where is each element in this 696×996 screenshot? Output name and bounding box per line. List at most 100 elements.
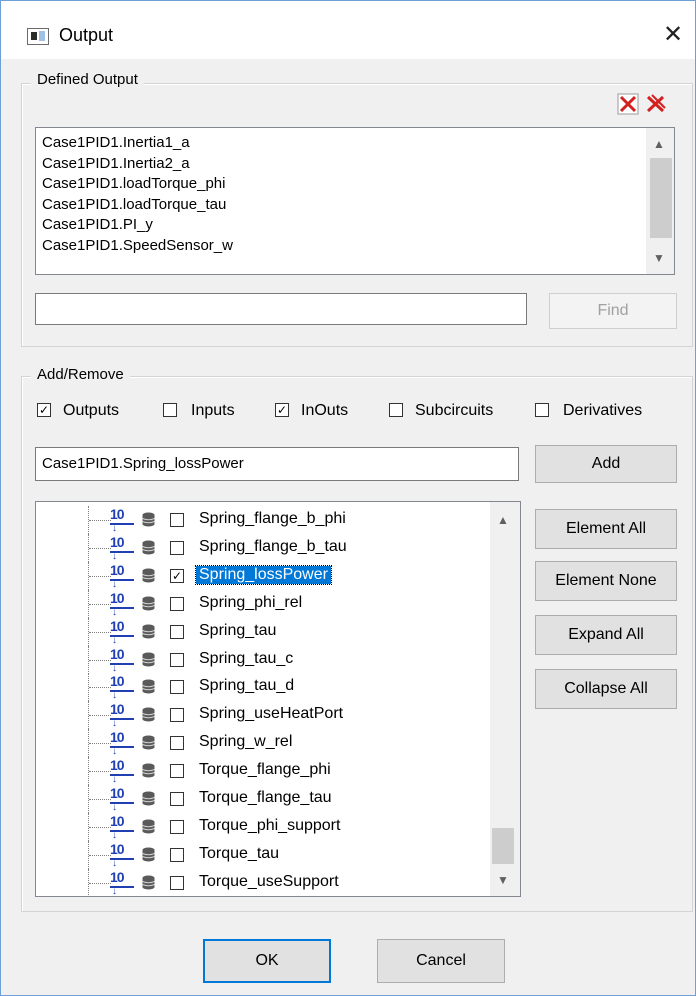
tree-item-label[interactable]: Spring_tau — [196, 622, 279, 640]
collapse-all-button[interactable]: Collapse All — [535, 669, 677, 709]
tree-item[interactable]: 10 ↓ Spring_phi_rel — [36, 589, 496, 618]
ok-button[interactable]: OK — [203, 939, 331, 983]
app-icon — [27, 28, 49, 45]
tree-item-checkbox[interactable] — [170, 875, 184, 890]
element-none-button[interactable]: Element None — [535, 561, 677, 601]
scroll-down-icon[interactable]: ▼ — [490, 870, 516, 890]
close-icon[interactable]: ✕ — [663, 19, 683, 51]
tree-connector — [89, 659, 111, 661]
cancel-button[interactable]: Cancel — [377, 939, 505, 983]
find-input[interactable] — [35, 293, 527, 325]
defined-output-item[interactable]: Case1PID1.SpeedSensor_w — [42, 237, 233, 255]
tree-item-checkbox[interactable]: ✓ — [170, 568, 184, 583]
filter-subcircuits-label[interactable]: Subcircuits — [415, 402, 493, 420]
io-variable-icon: 10 ↓ — [110, 534, 134, 561]
tree-item-checkbox[interactable] — [170, 819, 184, 834]
io-variable-icon: 10 ↓ — [110, 785, 134, 813]
tree-item[interactable]: 10 ↓ Torque_tau — [36, 840, 496, 869]
tree-item-checkbox[interactable] — [170, 652, 184, 667]
title-bar[interactable]: Output ✕ — [1, 1, 695, 59]
tree-item[interactable]: 10 ↓ ✓ Spring_lossPower — [36, 561, 496, 590]
defined-output-item[interactable]: Case1PID1.loadTorque_tau — [42, 196, 226, 214]
filter-derivatives-label[interactable]: Derivatives — [563, 402, 642, 420]
tree-item[interactable]: 10 ↓ Torque_useSupport — [36, 868, 496, 896]
tree-item-label[interactable]: Spring_w_rel — [196, 733, 295, 751]
tree-item-checkbox[interactable] — [170, 596, 184, 611]
scroll-thumb[interactable] — [492, 828, 514, 864]
io-variable-icon: 10 ↓ — [110, 841, 134, 868]
tree-item-label[interactable]: Spring_flange_b_tau — [196, 538, 350, 556]
tree-item[interactable]: 10 ↓ Torque_phi_support — [36, 812, 496, 841]
tree-connector — [89, 631, 111, 633]
defined-output-item[interactable]: Case1PID1.loadTorque_phi — [42, 175, 225, 193]
tree-item-label[interactable]: Torque_phi_support — [196, 817, 343, 835]
defined-output-item[interactable]: Case1PID1.Inertia2_a — [42, 155, 190, 173]
delete-selected-icon[interactable] — [617, 93, 639, 115]
scroll-up-icon[interactable]: ▲ — [646, 134, 672, 154]
expand-all-button[interactable]: Expand All — [535, 615, 677, 655]
tree-item-label[interactable]: Spring_tau_d — [196, 677, 297, 695]
filter-inputs-checkbox[interactable] — [163, 403, 177, 417]
variable-tree[interactable]: 10 ↓ Spring_flange_b_phi 10 ↓ Spring_flange_b… — [35, 501, 521, 897]
scroll-down-icon[interactable]: ▼ — [646, 248, 672, 268]
tree-connector — [89, 687, 111, 689]
tree-item-checkbox[interactable] — [170, 847, 184, 862]
tree-item-checkbox[interactable] — [170, 624, 184, 639]
database-icon — [142, 875, 155, 890]
tree-item-checkbox[interactable] — [170, 764, 184, 779]
tree-item-label[interactable]: Torque_tau — [196, 845, 282, 863]
tree-item-checkbox[interactable] — [170, 736, 184, 751]
tree-connector — [89, 575, 111, 577]
tree-item-label[interactable]: Spring_phi_rel — [196, 594, 305, 612]
tree-item-checkbox[interactable] — [170, 680, 184, 695]
io-variable-icon: 10 ↓ — [110, 757, 134, 785]
delete-all-icon[interactable] — [645, 93, 667, 115]
io-variable-icon: 10 ↓ — [110, 729, 134, 757]
tree-item[interactable]: 10 ↓ Spring_w_rel — [36, 729, 496, 758]
database-icon — [142, 763, 155, 778]
tree-item-checkbox[interactable] — [170, 792, 184, 806]
database-icon — [142, 819, 155, 834]
defined-output-item[interactable]: Case1PID1.PI_y — [42, 216, 153, 234]
tree-item[interactable]: 10 ↓ Spring_tau — [36, 617, 496, 646]
tree-connector — [89, 826, 111, 828]
find-button[interactable]: Find — [549, 293, 677, 329]
tree-item[interactable]: 10 ↓ Spring_useHeatPort — [36, 701, 496, 730]
filter-inputs-label[interactable]: Inputs — [191, 402, 235, 420]
scroll-thumb[interactable] — [650, 158, 672, 238]
filter-outputs-checkbox[interactable]: ✓ — [37, 403, 51, 417]
filter-inouts-checkbox[interactable]: ✓ — [275, 403, 289, 417]
tree-item-label[interactable]: Spring_flange_b_phi — [196, 510, 349, 528]
filter-inouts-label[interactable]: InOuts — [301, 402, 348, 420]
tree-connector — [89, 520, 111, 521]
tree-item-label[interactable]: Spring_lossPower — [195, 564, 332, 585]
tree-item[interactable]: 10 ↓ Spring_tau_d — [36, 673, 496, 702]
tree-item-label[interactable]: Spring_tau_c — [196, 650, 296, 668]
tree-item-checkbox[interactable] — [170, 708, 184, 723]
tree-item-label[interactable]: Torque_flange_tau — [196, 789, 335, 807]
filter-subcircuits-checkbox[interactable] — [389, 403, 403, 417]
tree-item-label[interactable]: Spring_useHeatPort — [196, 705, 346, 723]
filter-derivatives-checkbox[interactable] — [535, 403, 549, 417]
tree-item-label[interactable]: Torque_flange_phi — [196, 761, 334, 779]
tree-item[interactable]: 10 ↓ Spring_flange_b_tau — [36, 533, 496, 562]
tree-item-checkbox[interactable] — [170, 513, 184, 527]
add-variable-input[interactable]: Case1PID1.Spring_lossPower — [35, 447, 519, 481]
scroll-up-icon[interactable]: ▲ — [490, 510, 516, 530]
add-button[interactable]: Add — [535, 445, 677, 483]
tree-item-checkbox[interactable] — [170, 540, 184, 555]
tree-item-label[interactable]: Torque_useSupport — [196, 873, 342, 891]
filter-outputs-label[interactable]: Outputs — [63, 402, 119, 420]
defined-output-scrollbar[interactable]: ▲ ▼ — [646, 128, 674, 274]
variable-tree-scrollbar[interactable]: ▲ ▼ — [490, 502, 520, 896]
tree-item[interactable]: 10 ↓ Spring_flange_b_phi — [36, 506, 496, 534]
element-all-button[interactable]: Element All — [535, 509, 677, 549]
defined-output-item[interactable]: Case1PID1.Inertia1_a — [42, 134, 190, 152]
tree-item[interactable]: 10 ↓ Torque_flange_tau — [36, 785, 496, 813]
tree-connector — [89, 715, 111, 717]
tree-connector — [89, 799, 111, 800]
tree-item[interactable]: 10 ↓ Torque_flange_phi — [36, 757, 496, 786]
tree-connector — [89, 603, 111, 605]
tree-item[interactable]: 10 ↓ Spring_tau_c — [36, 645, 496, 674]
defined-output-list[interactable]: Case1PID1.Inertia1_a Case1PID1.Inertia2_a… — [35, 127, 675, 275]
